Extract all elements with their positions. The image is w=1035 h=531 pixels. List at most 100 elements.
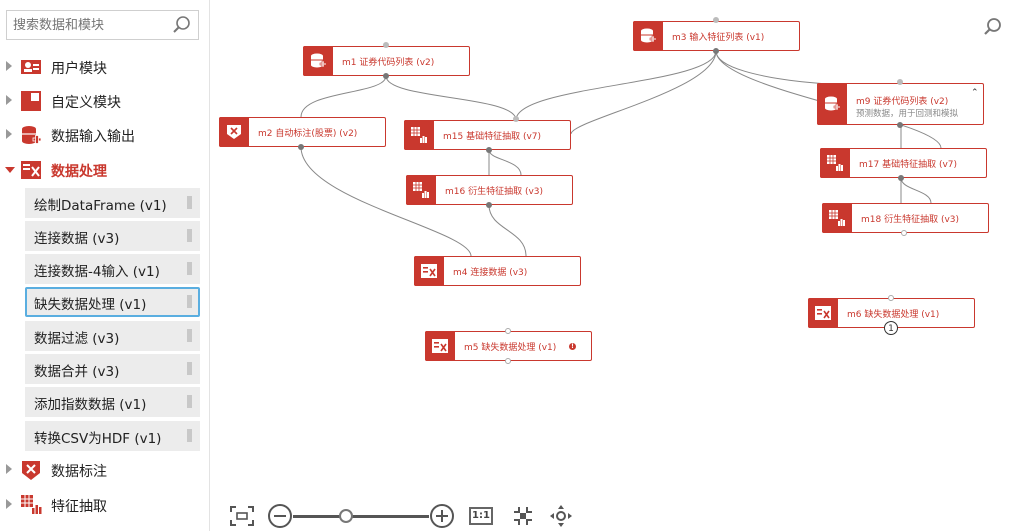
- output-port[interactable]: [713, 48, 719, 54]
- drag-handle-icon[interactable]: [187, 362, 192, 375]
- output-port[interactable]: [383, 73, 389, 79]
- edge-m16-m4[interactable]: [488, 204, 527, 257]
- edge-m3-m15[interactable]: [515, 50, 717, 121]
- input-port[interactable]: [713, 17, 719, 23]
- expand-arrow-icon[interactable]: [6, 95, 12, 105]
- drag-handle-icon[interactable]: [187, 229, 192, 242]
- node-icon-container: [404, 120, 434, 150]
- warning-icon[interactable]: !: [569, 343, 576, 350]
- output-port[interactable]: [505, 358, 511, 364]
- node-m9[interactable]: m9 证券代码列表 (v2) 预测数据，用于回测和模拟 ⌃: [817, 83, 984, 125]
- data-processing-icon: [432, 339, 448, 353]
- module-item-missing-data[interactable]: 缺失数据处理 (v1): [25, 287, 200, 317]
- module-item-label: 转换CSV为HDF (v1): [34, 431, 162, 447]
- fit-to-screen-icon[interactable]: [229, 505, 255, 527]
- node-m16[interactable]: m16 衍生特征抽取 (v3): [406, 175, 573, 205]
- output-port[interactable]: [298, 144, 304, 150]
- node-m4[interactable]: m4 连接数据 (v3): [414, 256, 581, 286]
- node-icon-container: [822, 203, 852, 233]
- module-item-label: 绘制DataFrame (v1): [34, 198, 167, 214]
- database-icon: [311, 53, 326, 68]
- feature-extract-icon: [21, 495, 42, 514]
- module-item-data-filter[interactable]: 数据过滤 (v3): [25, 321, 200, 351]
- feature-grid-icon: [411, 127, 427, 143]
- edge-m17-m18b[interactable]: [900, 177, 932, 204]
- zoom-slider-track[interactable]: [293, 515, 429, 518]
- zoom-out-icon[interactable]: [267, 503, 293, 529]
- module-item-join-data-4[interactable]: 连接数据-4输入 (v1): [25, 254, 200, 284]
- node-label: m16 衍生特征抽取 (v3): [445, 187, 544, 197]
- category-feature-extract[interactable]: 特征抽取: [0, 490, 210, 520]
- module-item-data-merge[interactable]: 数据合并 (v3): [25, 354, 200, 384]
- edge-m15-m16b[interactable]: [488, 149, 522, 176]
- input-port[interactable]: [897, 79, 903, 85]
- collapse-caret-icon[interactable]: ⌃: [971, 88, 979, 98]
- zoom-slider-handle[interactable]: [339, 509, 353, 523]
- expand-arrow-icon[interactable]: [6, 464, 12, 474]
- drag-handle-icon[interactable]: [187, 395, 192, 408]
- expand-arrow-icon[interactable]: [6, 61, 12, 71]
- node-m2[interactable]: m2 自动标注(股票) (v2): [219, 117, 386, 147]
- expand-arrow-icon[interactable]: [6, 129, 12, 139]
- drag-handle-icon[interactable]: [187, 295, 192, 308]
- data-label-icon: [22, 461, 40, 480]
- module-item-plot-dataframe[interactable]: 绘制DataFrame (v1): [25, 188, 200, 218]
- node-m3[interactable]: m3 输入特征列表 (v1): [633, 21, 800, 51]
- input-port[interactable]: [513, 116, 519, 122]
- node-m15[interactable]: m15 基础特征抽取 (v7): [404, 120, 571, 150]
- output-port[interactable]: [486, 147, 492, 153]
- edge-m3-m15b[interactable]: [570, 50, 717, 135]
- module-item-add-index-data[interactable]: 添加指数数据 (v1): [25, 387, 200, 417]
- input-port[interactable]: [888, 295, 894, 301]
- module-item-label: 连接数据 (v3): [34, 231, 120, 247]
- node-icon-container: [219, 117, 249, 147]
- module-item-csv-to-hdf[interactable]: 转换CSV为HDF (v1): [25, 421, 200, 451]
- pan-move-icon[interactable]: [549, 504, 573, 528]
- collapse-arrow-icon[interactable]: [5, 167, 15, 173]
- output-port[interactable]: [898, 175, 904, 181]
- edge-m1-m2[interactable]: [300, 75, 387, 118]
- input-port[interactable]: [505, 328, 511, 334]
- module-search-input[interactable]: [13, 16, 163, 34]
- node-label: m2 自动标注(股票) (v2): [258, 129, 358, 139]
- node-badge[interactable]: 1: [884, 321, 898, 335]
- feature-grid-icon: [829, 210, 845, 226]
- expand-arrow-icon[interactable]: [6, 499, 12, 509]
- category-data-io[interactable]: 数据输入输出: [0, 120, 210, 150]
- drag-handle-icon[interactable]: [187, 262, 192, 275]
- user-module-icon: [21, 60, 41, 74]
- node-icon-container: [808, 298, 838, 328]
- output-port[interactable]: [897, 122, 903, 128]
- node-m1[interactable]: m1 证券代码列表 (v2): [303, 46, 470, 76]
- module-item-join-data[interactable]: 连接数据 (v3): [25, 221, 200, 251]
- input-port[interactable]: [383, 42, 389, 48]
- drag-handle-icon[interactable]: [187, 196, 192, 209]
- category-data-processing[interactable]: 数据处理: [0, 155, 210, 185]
- module-item-label: 数据过滤 (v3): [34, 331, 120, 347]
- output-port[interactable]: [486, 202, 492, 208]
- center-icon[interactable]: [511, 505, 535, 527]
- edge-m3-m9[interactable]: [715, 50, 902, 87]
- drag-handle-icon[interactable]: [187, 329, 192, 342]
- output-port[interactable]: [901, 230, 907, 236]
- connection-lines: [300, 50, 942, 257]
- data-processing-icon: [815, 306, 831, 320]
- zoom-in-icon[interactable]: [429, 503, 455, 529]
- node-m17[interactable]: m17 基础特征抽取 (v7): [820, 148, 987, 178]
- node-label: m9 证券代码列表 (v2): [856, 97, 949, 107]
- drag-handle-icon[interactable]: [187, 429, 192, 442]
- module-search-box[interactable]: [6, 10, 199, 40]
- search-icon[interactable]: [171, 14, 193, 36]
- edge-m1-m15[interactable]: [385, 75, 517, 121]
- category-data-label[interactable]: 数据标注: [0, 455, 210, 485]
- feature-grid-icon: [413, 182, 429, 198]
- canvas-search-icon[interactable]: [982, 16, 1004, 38]
- node-m5[interactable]: m5 缺失数据处理 (v1) !: [425, 331, 592, 361]
- category-label: 数据处理: [51, 164, 107, 180]
- category-user-module[interactable]: 用户模块: [0, 52, 210, 82]
- node-label: m17 基础特征抽取 (v7): [859, 160, 958, 170]
- actual-size-button[interactable]: 1:1: [469, 507, 493, 525]
- category-custom-module[interactable]: 自定义模块: [0, 86, 210, 116]
- workflow-canvas[interactable]: m1 证券代码列表 (v2) m3 输入特征列表 (v1) m9 证券代码列表 …: [211, 0, 1035, 531]
- node-m18[interactable]: m18 衍生特征抽取 (v3): [822, 203, 989, 233]
